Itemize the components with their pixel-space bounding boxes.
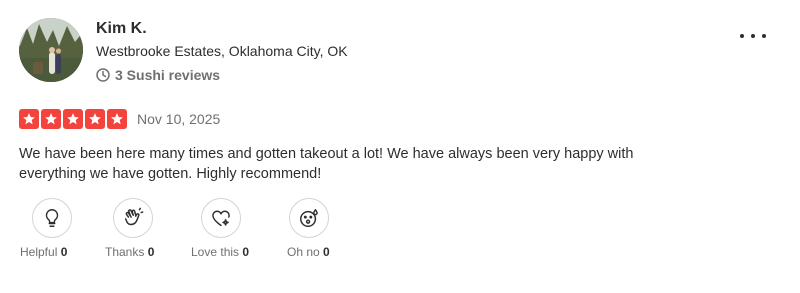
star-icon — [41, 109, 61, 129]
more-options-button[interactable] — [740, 26, 766, 46]
heart-sparkle-icon[interactable] — [201, 198, 241, 238]
star-icon — [19, 109, 39, 129]
dot-icon — [751, 34, 755, 38]
user-review-count: 3 Sushi reviews — [96, 67, 220, 83]
review-text: We have been here many times and gotten … — [19, 146, 634, 182]
star-icon — [63, 109, 83, 129]
avatar-photo — [19, 18, 83, 82]
review-date: Nov 10, 2025 — [137, 111, 221, 127]
reaction-helpful-count: 0 — [60, 245, 68, 259]
star-icon — [85, 109, 105, 129]
reaction-thanks-count: 0 — [147, 245, 155, 259]
lightbulb-icon[interactable] — [32, 198, 72, 238]
reaction-helpful-label: Helpful 0 — [20, 245, 68, 259]
surprised-face-icon[interactable] — [289, 198, 329, 238]
reaction-love-this-count: 0 — [242, 245, 250, 259]
star-icon — [107, 109, 127, 129]
reaction-thanks-label: Thanks 0 — [105, 245, 155, 259]
reaction-oh-no-label: Oh no 0 — [287, 245, 330, 259]
user-review-count-label: 3 Sushi reviews — [115, 67, 221, 83]
avatar[interactable] — [19, 18, 83, 82]
review-star-badge-icon — [96, 68, 110, 82]
reaction-love-this-label: Love this 0 — [191, 245, 250, 259]
reaction-oh-no-count: 0 — [323, 245, 330, 259]
user-name[interactable]: Kim K. — [96, 20, 147, 38]
dot-icon — [740, 34, 744, 38]
reaction-bar: Helpful 0 Thanks 0 Love this 0 Oh no 0 — [0, 198, 800, 268]
dot-icon — [762, 34, 766, 38]
user-location: Westbrooke Estates, Oklahoma City, OK — [96, 43, 348, 59]
star-rating — [19, 109, 127, 129]
clapping-hands-icon[interactable] — [113, 198, 153, 238]
